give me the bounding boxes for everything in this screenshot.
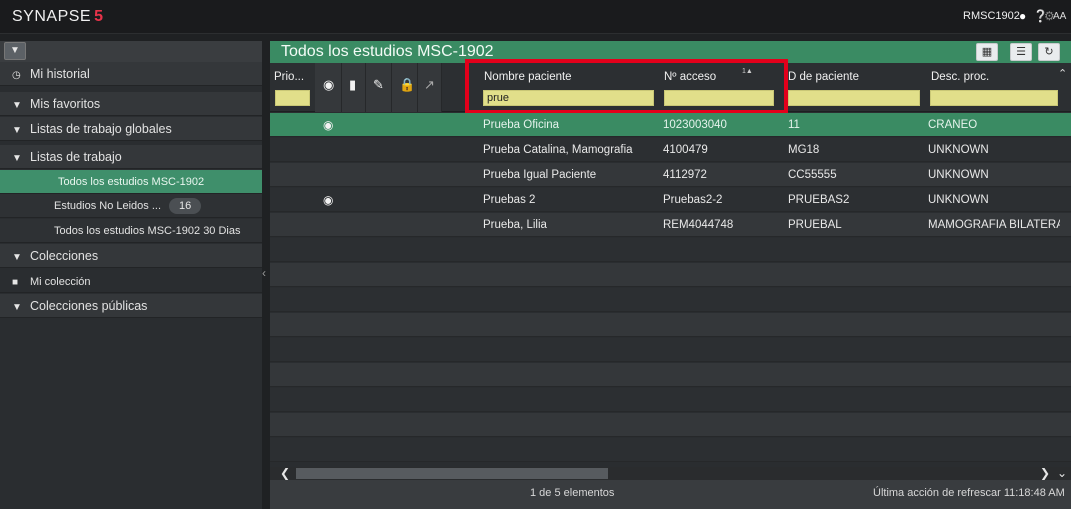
expand-triangle-icon: ▼ [12,153,22,164]
lock-icon: 🔒 [399,77,416,92]
camera-icon: ◉ [323,118,334,132]
table-row[interactable]: Prueba Catalina, Mamografia 4100479 MG18… [270,138,1071,162]
horizontal-scrollbar[interactable]: ❮ ❯ ⌄ [270,466,1071,480]
sidebar-collapse-handle[interactable]: ‹ [262,262,270,284]
scroll-up-icon[interactable]: ⌃ [1058,67,1067,80]
status-footer: 1 de 5 elementos Última acción de refres… [270,480,1071,509]
empty-row [270,263,1071,287]
id-filter-input[interactable] [788,90,920,106]
empty-row [270,413,1071,437]
folder-icon: ■ [12,277,19,288]
sidebar-item-listas-trabajo[interactable]: ▼ Listas de trabajo [0,145,262,169]
worklist-title: Todos los estudios MSC-1902 [281,43,494,60]
column-header-desc[interactable]: Desc. proc. [931,71,989,83]
column-header-lock[interactable]: 🔒 [392,63,418,112]
sidebar-item-mi-coleccion[interactable]: ■ Mi colección [0,269,262,293]
empty-row [270,388,1071,412]
column-header-flag[interactable]: ↗ [418,63,442,112]
scroll-down-icon[interactable]: ⌄ [1057,466,1067,480]
chat-icon[interactable]: ● [1019,9,1026,23]
sidebar-item-no-leidos[interactable]: Estudios No Leidos ... 16 [0,194,262,218]
sidebar-toggle-button[interactable]: ▼ [4,42,26,60]
sidebar-item-colecciones[interactable]: ▼ Colecciones [0,244,262,268]
sidebar-item-todos-30-dias[interactable]: Todos los estudios MSC-1902 30 Dias [0,219,262,243]
sidebar-item-todos-estudios[interactable]: Todos los estudios MSC-1902 [0,170,262,194]
worklist-panel: Todos los estudios MSC-1902 ▦ ☰ ↻ Prio..… [270,41,1071,509]
empty-row [270,338,1071,362]
refresh-icon[interactable]: ↻ [1038,43,1060,61]
column-header-id-paciente[interactable]: D de paciente [788,71,859,83]
sidebar: ▼ ◷ Mi historial ▼ Mis favoritos ▼ Listas d… [0,41,262,509]
sidebar-header: ▼ [0,41,262,62]
scroll-left-icon[interactable]: ❮ [280,466,290,480]
font-size-button[interactable]: AA [1053,11,1066,22]
desc-filter-input[interactable] [930,90,1058,106]
table-row[interactable]: ◉ Pruebas 2 Pruebas2-2 PRUEBAS2 UNKNOWN [270,188,1071,212]
prio-filter-input[interactable] [275,90,310,106]
empty-row [270,313,1071,337]
sidebar-item-colecciones-publicas[interactable]: ▼ Colecciones públicas [0,294,262,318]
table-row[interactable]: Prueba Igual Paciente 4112972 CC55555 UN… [270,163,1071,187]
scroll-right-icon[interactable]: ❯ [1040,466,1050,480]
highlight-annotation-box [465,59,788,114]
expand-triangle-icon: ▼ [12,125,22,136]
empty-row [270,363,1071,387]
column-config-icon[interactable]: ☰ [1010,43,1032,61]
last-refresh-time: Última acción de refrescar 11:18:48 AM [873,487,1065,499]
synapse-app: SYNAPSE 5 RMSC1902 ● ❔ ⚙ AA ▼ ◷ Mi histori… [0,0,1071,509]
flag-icon: ↗ [424,77,435,92]
synapse-logo: SYNAPSE 5 [12,8,104,25]
empty-row [270,438,1071,462]
table-row[interactable]: Prueba, Lilia REM4044748 PRUEBAL MAMOGRA… [270,213,1071,237]
study-list: ◉ Prueba Oficina 1023003040 11 CRANEO Pr… [270,113,1071,479]
item-count: 1 de 5 elementos [530,487,615,499]
camera-icon: ◉ [323,193,334,207]
column-header-images[interactable]: ◉ [315,63,342,112]
camera-icon: ◉ [323,77,335,92]
document-icon: ▮ [349,77,357,92]
grid-view-icon[interactable]: ▦ [976,43,998,61]
edit-icon: ✎ [373,77,384,92]
expand-triangle-icon: ▼ [12,302,22,313]
column-header-prio[interactable]: Prio... [274,71,304,83]
table-row[interactable]: ◉ Prueba Oficina 1023003040 11 CRANEO [270,113,1071,137]
empty-row [270,288,1071,312]
column-header-report[interactable]: ▮ [342,63,366,112]
unread-count-badge: 16 [169,198,202,214]
top-bar: SYNAPSE 5 RMSC1902 ● ❔ ⚙ AA [0,0,1071,34]
sidebar-item-mis-favoritos[interactable]: ▼ Mis favoritos [0,92,262,116]
sidebar-item-listas-globales[interactable]: ▼ Listas de trabajo globales [0,117,262,141]
scrollbar-thumb[interactable] [296,468,608,479]
user-name[interactable]: RMSC1902 [963,10,1020,22]
sidebar-item-mi-historial[interactable]: ◷ Mi historial [0,62,262,86]
column-header-edit[interactable]: ✎ [366,63,392,112]
expand-triangle-icon: ▼ [12,100,22,111]
empty-row [270,238,1071,262]
history-icon: ◷ [12,70,21,81]
expand-triangle-icon: ▼ [12,252,22,263]
